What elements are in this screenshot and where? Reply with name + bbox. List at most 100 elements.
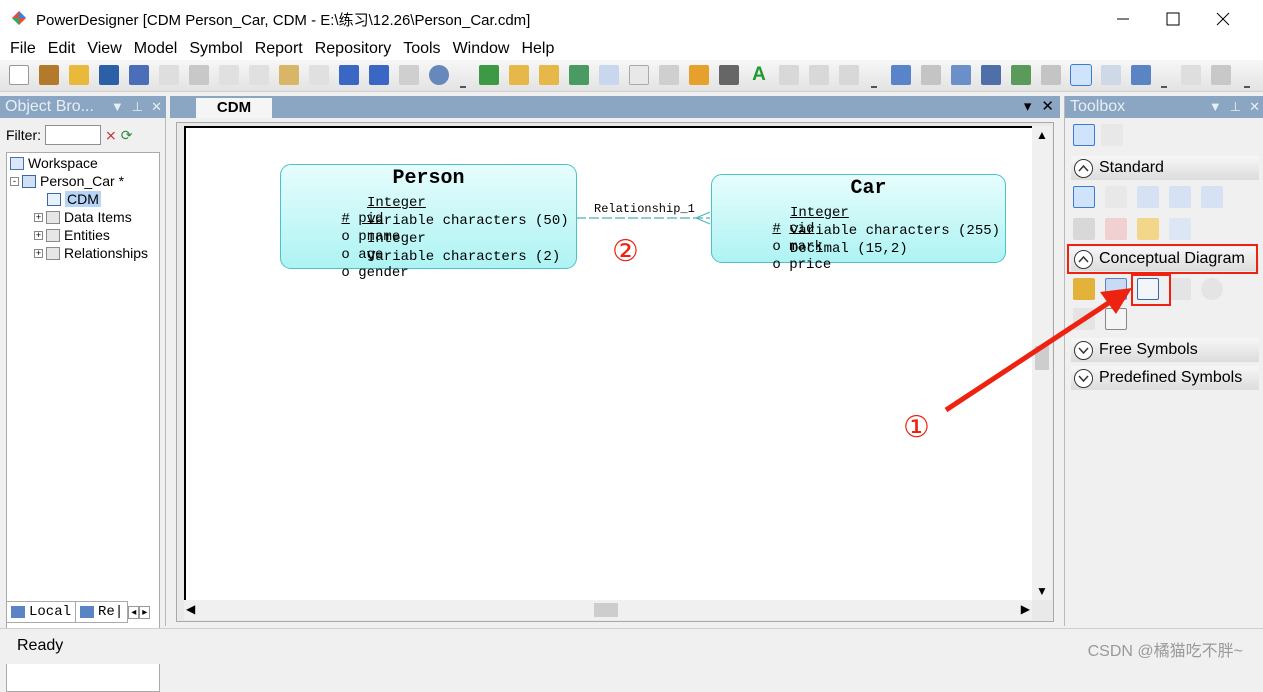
tree-item-entities[interactable]: + Entities (34, 226, 110, 244)
frame-icon[interactable] (629, 65, 649, 85)
tab-cdm[interactable]: CDM (196, 98, 272, 118)
expand-icon[interactable]: + (34, 248, 43, 258)
toolbar-overflow-icon-2[interactable] (871, 78, 877, 88)
refresh-filter-icon[interactable]: ⟳ (121, 127, 133, 144)
brush-icon[interactable] (689, 65, 709, 85)
list-view-icon[interactable] (1101, 124, 1123, 146)
dropdown-icon[interactable]: ▼ (111, 96, 124, 118)
grabber-hand-icon[interactable] (1105, 186, 1127, 208)
association-icon[interactable] (1201, 278, 1223, 300)
menu-report[interactable]: Report (249, 38, 309, 60)
view-3-icon[interactable] (951, 65, 971, 85)
grid-view-icon[interactable] (1073, 124, 1095, 146)
filter-input[interactable] (45, 125, 101, 145)
new-icon[interactable] (9, 65, 29, 85)
scissors-icon[interactable] (1105, 218, 1127, 240)
toolbox-toggle-icon[interactable] (1070, 64, 1092, 86)
undo-icon[interactable] (339, 65, 359, 85)
copy-icon[interactable] (249, 65, 269, 85)
redo-icon[interactable] (369, 65, 389, 85)
scroll-down-icon[interactable]: ▼ (1036, 584, 1048, 598)
toolbar-overflow-icon[interactable] (460, 78, 466, 88)
save-all-icon[interactable] (129, 65, 149, 85)
menu-repository[interactable]: Repository (309, 38, 397, 60)
view-4-icon[interactable] (981, 65, 1001, 85)
clear-filter-icon[interactable]: ⨯ (105, 127, 117, 144)
view-1-icon[interactable] (891, 65, 911, 85)
horizontal-scroll-thumb[interactable] (594, 603, 618, 617)
toolbar-overflow-icon-3[interactable] (1161, 78, 1167, 88)
cut-icon[interactable] (219, 65, 239, 85)
expand-icon[interactable]: + (34, 230, 43, 240)
check-model-icon[interactable] (599, 65, 619, 85)
expand-icon[interactable]: + (34, 212, 43, 222)
package-icon[interactable] (509, 65, 529, 85)
menu-symbol[interactable]: Symbol (183, 38, 248, 60)
properties-icon[interactable] (1073, 218, 1095, 240)
view-6-icon[interactable] (1041, 65, 1061, 85)
menu-file[interactable]: File (4, 38, 42, 60)
report-print-icon[interactable] (1211, 65, 1231, 85)
grid-icon[interactable] (659, 65, 679, 85)
print-preview-icon[interactable] (159, 65, 179, 85)
maximize-button[interactable] (1148, 0, 1198, 37)
view-2-icon[interactable] (921, 65, 941, 85)
inheritance-icon[interactable] (1169, 278, 1191, 300)
back-icon[interactable] (809, 65, 829, 85)
output-icon[interactable] (1101, 65, 1121, 85)
forward-icon[interactable] (839, 65, 859, 85)
menu-model[interactable]: Model (128, 38, 184, 60)
font-icon[interactable]: A (749, 65, 769, 85)
refresh-icon[interactable] (569, 65, 589, 85)
link-icon[interactable] (1169, 218, 1191, 240)
save-icon[interactable] (99, 65, 119, 85)
tab-list-icon[interactable]: ▾ (1024, 97, 1032, 115)
view-5-icon[interactable] (1011, 65, 1031, 85)
note-icon[interactable] (1137, 218, 1159, 240)
open-icon[interactable] (69, 65, 89, 85)
menu-tools[interactable]: Tools (397, 38, 446, 60)
print-icon[interactable] (189, 65, 209, 85)
tree-item-person-car[interactable]: - Person_Car * (10, 172, 124, 190)
tree-item-relationships[interactable]: + Relationships (34, 244, 148, 262)
globe-icon[interactable] (429, 65, 449, 85)
close-button[interactable] (1198, 0, 1248, 37)
new-project-icon[interactable] (39, 65, 59, 85)
menu-edit[interactable]: Edit (42, 38, 82, 60)
fill-icon[interactable] (719, 65, 739, 85)
diagram-canvas[interactable]: Relationship_1 Person # pid Integer o pn… (184, 126, 1032, 600)
paste-icon[interactable] (279, 65, 299, 85)
toolbar-overflow-icon-4[interactable] (1244, 78, 1250, 88)
entity-car[interactable]: Car # cid Integer o mark Variable charac… (711, 174, 1006, 273)
tree-item-cdm[interactable]: CDM (47, 190, 101, 208)
zoom-fit-icon[interactable] (1201, 186, 1223, 208)
align-icon[interactable] (779, 65, 799, 85)
properties-icon[interactable] (399, 65, 419, 85)
close-panel-icon[interactable]: ✕ (1249, 96, 1260, 118)
tree-item-workspace[interactable]: Workspace (10, 154, 98, 172)
model-icon[interactable] (479, 65, 499, 85)
dropdown-icon[interactable]: ▼ (1209, 96, 1222, 118)
zoom-in-icon[interactable] (1137, 186, 1159, 208)
browse-icon[interactable] (539, 65, 559, 85)
menu-window[interactable]: Window (447, 38, 516, 60)
pin-icon[interactable]: ⊥ (132, 96, 143, 118)
relationship-label[interactable]: Relationship_1 (594, 202, 695, 216)
report-preview-icon[interactable] (1181, 65, 1201, 85)
horizontal-scrollbar[interactable]: ◀ ▶ (184, 600, 1032, 620)
scroll-right-icon[interactable]: ▶ (1021, 602, 1030, 616)
delete-icon[interactable] (309, 65, 329, 85)
result-list-icon[interactable] (1131, 65, 1151, 85)
zoom-out-icon[interactable] (1169, 186, 1191, 208)
entity-person[interactable]: Person # pid Integer o pname Variable ch… (280, 164, 577, 281)
section-standard[interactable]: Standard (1071, 156, 1259, 180)
tab-local[interactable]: Local (6, 601, 77, 623)
scroll-left-icon[interactable]: ◀ (186, 602, 195, 616)
pin-icon[interactable]: ⊥ (1230, 96, 1241, 118)
close-diagram-icon[interactable]: ✕ (1041, 97, 1054, 115)
menu-help[interactable]: Help (515, 38, 560, 60)
minimize-button[interactable] (1098, 0, 1148, 37)
collapse-icon[interactable]: - (10, 176, 19, 186)
tab-repository[interactable]: Re| (76, 601, 129, 623)
pointer-icon[interactable] (1073, 186, 1095, 208)
